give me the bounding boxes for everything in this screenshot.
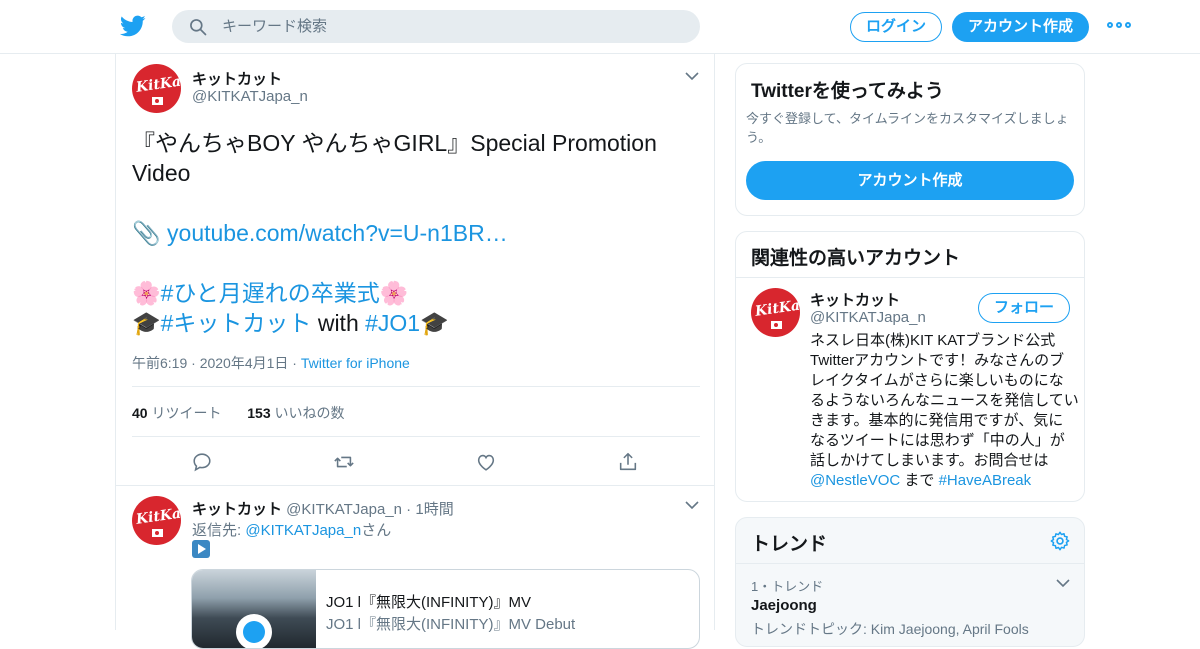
- graduation-cap-icon: 🎓: [132, 310, 161, 336]
- hashtag-link[interactable]: #ひと月遅れの卒業式: [161, 280, 380, 306]
- kitkat-logo: KitKat: [135, 72, 181, 96]
- like-icon[interactable]: [475, 451, 497, 473]
- avatar[interactable]: KitKat: [132, 64, 181, 113]
- trend-meta: 1・トレンド: [751, 579, 824, 594]
- tweet-author-name[interactable]: キットカット: [192, 68, 282, 89]
- kitkat-logo: KitKat: [754, 296, 800, 320]
- related-accounts-box: 関連性の高いアカウント KitKat キットカット @KITKATJapa_n …: [735, 231, 1085, 502]
- top-navigation-bar: ログイン アカウント作成: [0, 0, 1200, 54]
- divider: [132, 436, 700, 437]
- trend-topic: トレンドトピック: Kim Jaejoong, April Fools: [751, 621, 1029, 637]
- reply-author-handle[interactable]: @KITKATJapa_n: [282, 501, 402, 518]
- tweet-timestamp: 午前6:19 · 2020年4月1日 · Twitter for iPhone: [132, 353, 410, 373]
- timeline-column: KitKat キットカット @KITKATJapa_n 『やんちゃBOY やんち…: [115, 54, 715, 649]
- reply-author-name[interactable]: キットカット: [192, 501, 282, 518]
- reply-icon[interactable]: [191, 451, 213, 473]
- play-icon[interactable]: [236, 614, 272, 648]
- signup-promo-box: Twitterを使ってみよう 今すぐ登録して、タイムラインをカスタマイズしましょ…: [735, 63, 1085, 216]
- more-options-icon[interactable]: [1107, 22, 1131, 32]
- promo-title: Twitterを使ってみよう: [751, 81, 944, 102]
- trends-box: トレンド 1・トレンド Jaejoong トレンドトピック: Kim Jaejo…: [735, 517, 1085, 647]
- follow-button[interactable]: フォロー: [978, 293, 1070, 323]
- chevron-down-icon[interactable]: [685, 71, 699, 81]
- trend-item[interactable]: Jaejoong: [751, 597, 817, 614]
- cherry-blossom-icon: 🌸: [379, 280, 409, 306]
- reply-to-line: 返信先: @KITKATJapa_nさん: [192, 522, 392, 539]
- hashtag-link[interactable]: #キットカット: [161, 310, 312, 336]
- reply-time[interactable]: · 1時間: [402, 501, 454, 518]
- related-account-name[interactable]: キットカット: [810, 289, 900, 310]
- related-account-handle[interactable]: @KITKATJapa_n: [810, 309, 926, 326]
- twitter-bird-icon[interactable]: [120, 13, 146, 39]
- japan-flag-icon: [152, 529, 163, 537]
- cherry-blossom-icon: 🌸: [132, 280, 161, 306]
- share-icon[interactable]: [617, 451, 639, 473]
- search-input[interactable]: [222, 10, 682, 43]
- link-preview-card[interactable]: JO1 l『無限大(INFINITY)』MV JO1 l『無限大(INFINIT…: [191, 569, 700, 649]
- tweet-link[interactable]: youtube.com/watch?v=U-n1BR…: [167, 220, 508, 246]
- kitkat-logo: KitKat: [135, 504, 181, 528]
- retweet-stat[interactable]: 40 リツイート: [132, 405, 221, 421]
- avatar[interactable]: KitKat: [132, 496, 181, 545]
- related-title: 関連性の高いアカウント: [751, 248, 961, 269]
- related-account-bio: ネスレ日本(株)KIT KATブランド公式 Twitterアカウントです！みなさ…: [810, 332, 1079, 489]
- tweet-author-handle[interactable]: @KITKATJapa_n: [192, 88, 308, 105]
- card-description: JO1 l『無限大(INFINITY)』MV Debut: [326, 616, 576, 633]
- promo-signup-button[interactable]: アカウント作成: [746, 161, 1074, 200]
- play-button-emoji-icon: [192, 540, 210, 558]
- tweet-stats: 40 リツイート 153 いいねの数: [132, 403, 345, 423]
- tweet-date[interactable]: 午前6:19 · 2020年4月1日 ·: [132, 355, 301, 371]
- chevron-down-icon[interactable]: [1056, 578, 1070, 588]
- japan-flag-icon: [152, 97, 163, 105]
- signup-button[interactable]: アカウント作成: [952, 12, 1089, 42]
- card-title: JO1 l『無限大(INFINITY)』MV: [326, 594, 531, 611]
- tweet-source-link[interactable]: Twitter for iPhone: [301, 355, 410, 371]
- graduation-cap-icon: 🎓: [420, 310, 449, 336]
- avatar[interactable]: KitKat: [751, 288, 800, 337]
- hashtag-link[interactable]: #HaveABreak: [939, 472, 1032, 489]
- search-icon: [190, 19, 207, 36]
- gear-icon[interactable]: [1049, 530, 1071, 552]
- tweet-text-line: Video: [132, 160, 191, 186]
- divider: [736, 563, 1084, 564]
- trends-title: トレンド: [751, 534, 828, 555]
- tweet-text-line: 『やんちゃBOY やんちゃGIRL』Special Promotion: [132, 130, 657, 156]
- japan-flag-icon: [771, 321, 782, 329]
- with-text: with: [311, 310, 366, 336]
- reply-to-mention[interactable]: @KITKATJapa_n: [245, 522, 361, 539]
- divider: [736, 277, 1084, 278]
- mention-link[interactable]: @NestleVOC: [810, 472, 900, 489]
- search-box[interactable]: [172, 10, 700, 43]
- retweet-icon[interactable]: [333, 451, 355, 473]
- paperclip-icon: 📎: [132, 220, 168, 246]
- chevron-down-icon[interactable]: [685, 500, 699, 510]
- divider: [116, 485, 714, 486]
- video-thumbnail: [192, 570, 316, 648]
- like-stat[interactable]: 153 いいねの数: [247, 405, 344, 421]
- login-button[interactable]: ログイン: [850, 12, 942, 42]
- promo-subtitle: 今すぐ登録して、タイムラインをカスタマイズしましょ う。: [746, 111, 1069, 145]
- hashtag-link[interactable]: #JO1: [365, 310, 420, 336]
- divider: [132, 386, 700, 387]
- reply-tweet-header: キットカット @KITKATJapa_n · 1時間: [192, 498, 454, 519]
- tweet-text: 『やんちゃBOY やんちゃGIRL』Special Promotion Vide…: [132, 128, 692, 338]
